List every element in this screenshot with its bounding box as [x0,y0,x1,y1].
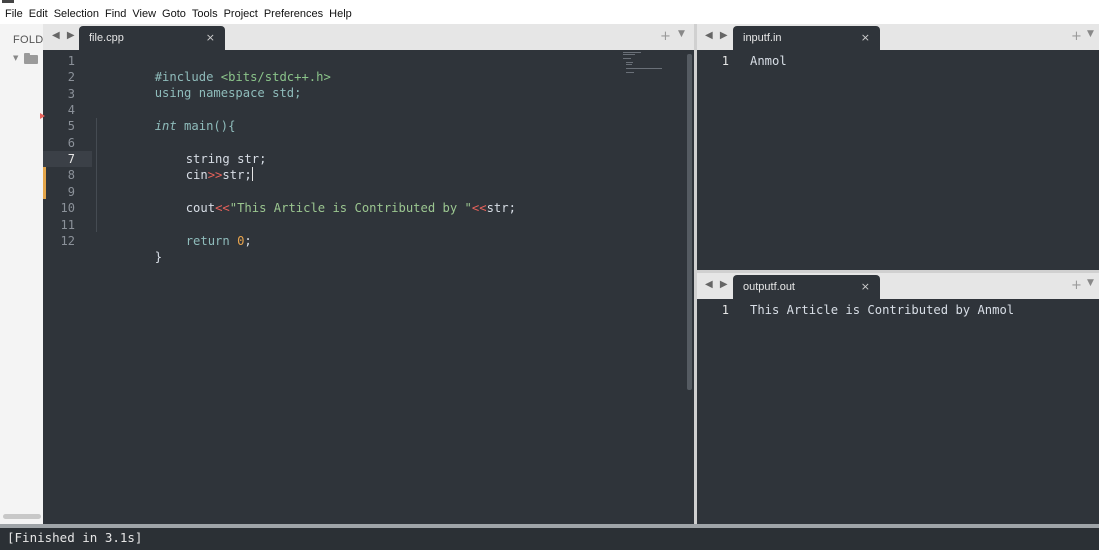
text-cursor [251,167,253,181]
keyword-token: return [185,234,238,248]
line-number: 8 [67,168,75,182]
code-line: } [96,233,162,281]
tab-label: file.cpp [89,32,124,44]
line-number: 3 [67,87,75,101]
vertical-scrollbar[interactable] [687,54,692,390]
menu-goto[interactable]: Goto [162,4,186,24]
line-number: 6 [67,136,75,150]
folder-expand-icon[interactable]: ▼ [13,54,18,62]
input-editor[interactable]: 1 Anmol [697,50,1099,270]
new-tab-plus-icon[interactable]: + [1071,29,1082,44]
code-text: cin [185,168,208,182]
minimap[interactable] [623,52,665,74]
type-token: int [154,119,177,133]
tab-file-cpp[interactable]: file.cpp × [79,26,225,50]
new-tab-plus-icon[interactable]: + [1071,278,1082,293]
editor-window: FOLD ▼ ◀ ▶ file.cpp × + ▼ 1 2 3 4 5 6 7 … [0,24,1099,524]
tab-nav-arrows-icon[interactable]: ◀ ▶ [705,279,730,290]
line-number: 10 [60,201,75,215]
line-number: 2 [67,70,75,84]
code-text: str; [222,168,252,182]
code-text: cout [185,201,216,215]
output-pane: ◀ ▶ outputf.out × + ▼ 1 This Article is … [697,273,1099,524]
main-editor-pane: ◀ ▶ file.cpp × + ▼ 1 2 3 4 5 6 7 8 9 10 … [40,24,694,524]
code-text: main(){ [176,119,236,133]
line-number: 1 [721,303,729,317]
menu-preferences[interactable]: Preferences [264,4,323,24]
close-icon[interactable]: × [861,31,870,44]
main-tab-bar: ◀ ▶ file.cpp × + ▼ [43,24,694,50]
sidebar: FOLD ▼ [0,24,43,524]
input-content: Anmol [750,54,787,68]
close-icon[interactable]: × [206,31,215,44]
line-number: 5 [67,119,75,133]
menu-selection[interactable]: Selection [54,4,99,24]
menu-edit[interactable]: Edit [29,4,48,24]
folder-icon[interactable] [24,53,38,64]
line-number: 4 [67,103,75,117]
tab-menu-chevron-icon[interactable]: ▼ [1087,29,1094,39]
output-tab-bar: ◀ ▶ outputf.out × + ▼ [697,273,1099,299]
menu-project[interactable]: Project [224,4,258,24]
operator-token: << [215,201,230,215]
sidebar-folders-title: FOLD [13,34,44,46]
menu-tools[interactable]: Tools [192,4,218,24]
string-token: "This Article is Contributed by " [229,201,472,215]
tab-label: outputf.out [743,281,795,293]
app-icon [2,0,14,3]
line-number: 12 [60,234,75,248]
tab-inputf-in[interactable]: inputf.in × [733,26,880,50]
code-text: ; [244,234,252,248]
new-tab-plus-icon[interactable]: + [660,29,671,44]
code-text: } [154,250,163,264]
line-number-active: 7 [67,152,75,166]
menu-file[interactable]: File [5,4,23,24]
menu-help[interactable]: Help [329,4,352,24]
line-number: 1 [721,54,729,68]
code-editor[interactable]: 1 2 3 4 5 6 7 8 9 10 11 12 #include <bit… [40,50,694,524]
line-number: 1 [67,54,75,68]
operator-token: >> [207,168,223,182]
output-content: This Article is Contributed by Anmol [750,303,1015,317]
line-number: 9 [67,185,75,199]
tab-nav-arrows-icon[interactable]: ◀ ▶ [52,30,77,41]
menu-view[interactable]: View [132,4,156,24]
build-status-text: [Finished in 3.1s] [7,530,143,545]
build-output-panel: [Finished in 3.1s] [0,528,1099,550]
code-text: str; [486,201,516,215]
tab-menu-chevron-icon[interactable]: ▼ [1087,278,1094,288]
menu-bar: File Edit Selection Find View Goto Tools… [0,4,1099,24]
output-editor[interactable]: 1 This Article is Contributed by Anmol [697,299,1099,524]
tab-menu-chevron-icon[interactable]: ▼ [678,29,685,39]
tab-label: inputf.in [743,32,782,44]
input-tab-bar: ◀ ▶ inputf.in × + ▼ [697,24,1099,50]
operator-token: << [471,201,487,215]
tab-nav-arrows-icon[interactable]: ◀ ▶ [705,30,730,41]
input-pane: ◀ ▶ inputf.in × + ▼ 1 Anmol [697,24,1099,270]
tab-outputf-out[interactable]: outputf.out × [733,275,880,299]
sidebar-scrollbar[interactable] [3,514,41,519]
line-number: 11 [60,218,75,232]
menu-find[interactable]: Find [105,4,126,24]
close-icon[interactable]: × [861,280,870,293]
code-text: using namespace std; [154,86,302,100]
